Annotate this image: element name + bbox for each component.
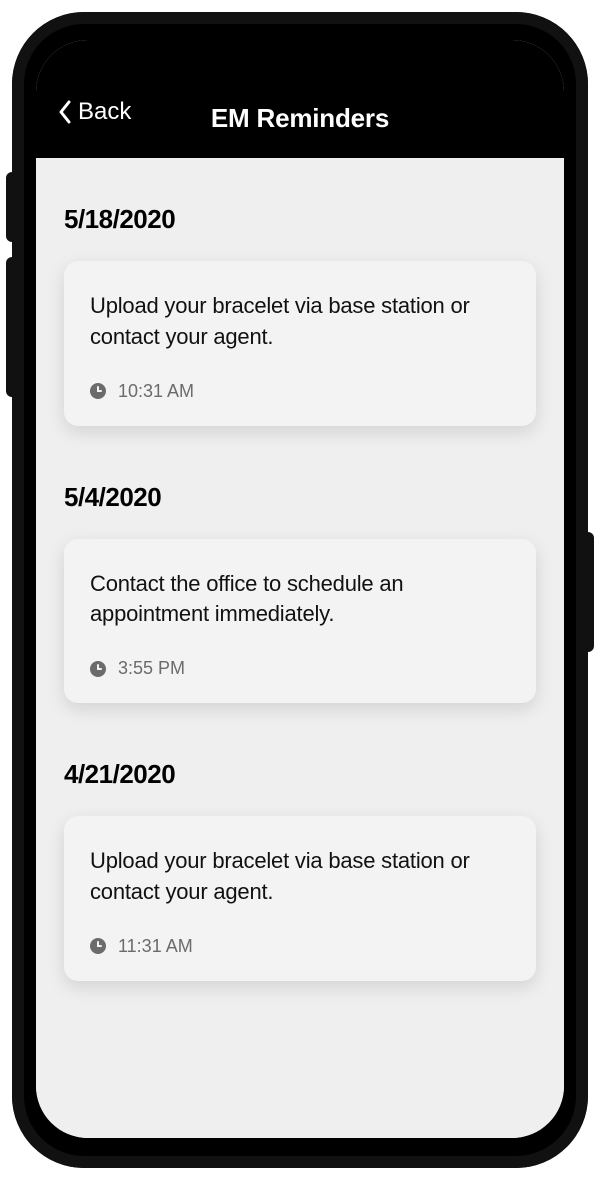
reminder-meta: 3:55 PM — [90, 658, 510, 679]
back-label: Back — [78, 98, 131, 126]
phone-side-button — [588, 532, 594, 652]
screen: Back EM Reminders 5/18/2020 Upload your … — [36, 40, 564, 1138]
reminder-card[interactable]: Contact the office to schedule an appoin… — [64, 539, 536, 704]
reminder-time: 3:55 PM — [118, 658, 185, 679]
group-date: 5/4/2020 — [64, 482, 536, 513]
reminder-card[interactable]: Upload your bracelet via base station or… — [64, 261, 536, 426]
reminder-list: 5/18/2020 Upload your bracelet via base … — [36, 158, 564, 1138]
clock-icon — [90, 383, 106, 399]
clock-icon — [90, 661, 106, 677]
reminder-card[interactable]: Upload your bracelet via base station or… — [64, 816, 536, 981]
back-button[interactable]: Back — [58, 98, 131, 126]
reminder-group: 5/18/2020 Upload your bracelet via base … — [64, 178, 536, 426]
navbar: Back EM Reminders — [36, 40, 564, 158]
reminder-message: Contact the office to schedule an appoin… — [90, 569, 510, 631]
chevron-left-icon — [58, 100, 72, 124]
clock-icon — [90, 938, 106, 954]
reminder-message: Upload your bracelet via base station or… — [90, 291, 510, 353]
reminder-group: 4/21/2020 Upload your bracelet via base … — [64, 733, 536, 981]
group-date: 5/18/2020 — [64, 204, 536, 235]
group-date: 4/21/2020 — [64, 759, 536, 790]
reminder-group: 5/4/2020 Contact the office to schedule … — [64, 456, 536, 704]
reminder-message: Upload your bracelet via base station or… — [90, 846, 510, 908]
reminder-meta: 11:31 AM — [90, 936, 510, 957]
phone-frame: Back EM Reminders 5/18/2020 Upload your … — [12, 12, 588, 1168]
reminder-time: 10:31 AM — [118, 381, 194, 402]
reminder-meta: 10:31 AM — [90, 381, 510, 402]
reminder-time: 11:31 AM — [118, 936, 193, 957]
